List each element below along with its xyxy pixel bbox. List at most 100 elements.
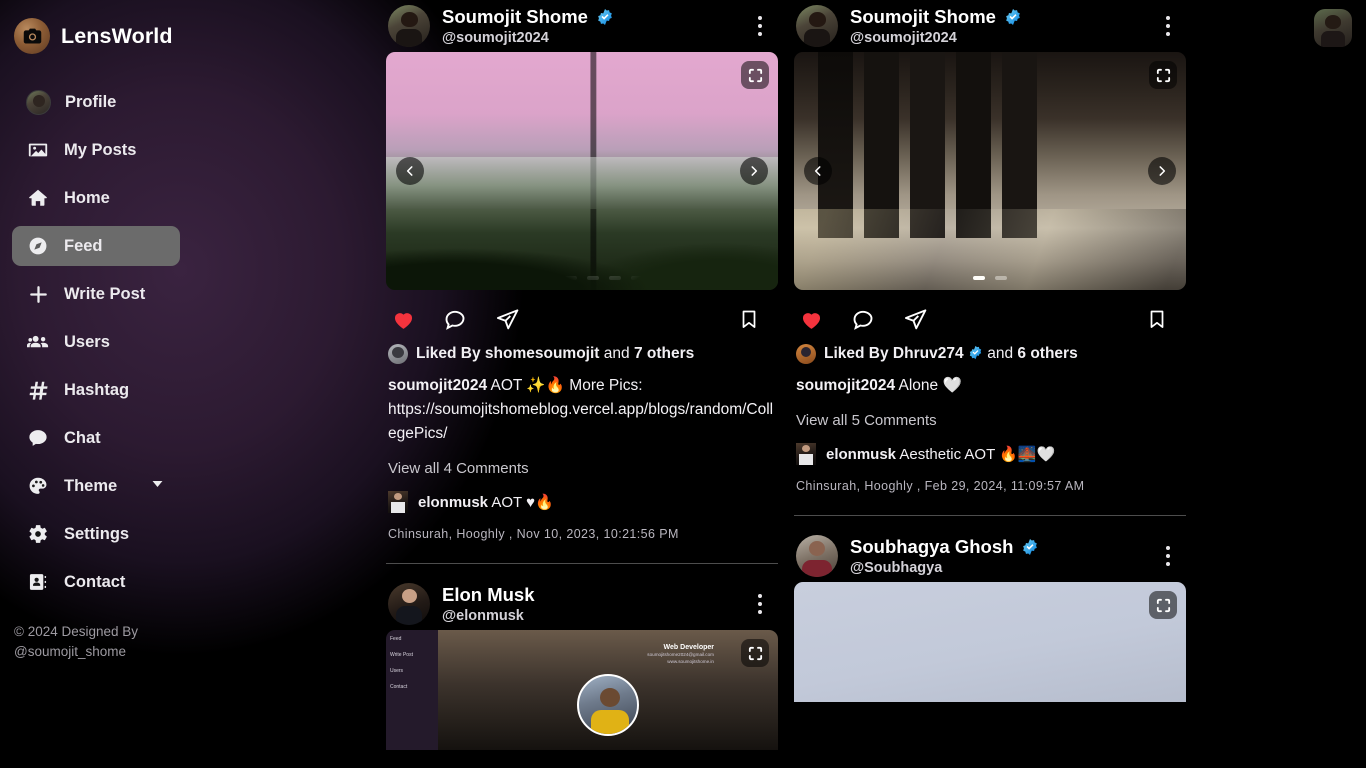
more-options-icon[interactable]: [1156, 11, 1180, 41]
chevron-down-icon[interactable]: [149, 475, 166, 497]
verified-badge-icon: [596, 8, 614, 26]
sidebar-item-feed[interactable]: Feed: [12, 226, 180, 266]
author-block: Soumojit Shome @soumojit2024: [850, 6, 1144, 46]
avatar[interactable]: [388, 5, 430, 47]
author-handle: @elonmusk: [442, 608, 524, 624]
post-card: Soumojit Shome @soumojit2024: [386, 0, 778, 545]
view-all-comments-link[interactable]: View all 5 Comments: [796, 412, 1184, 429]
comment-bubble-icon[interactable]: [850, 306, 876, 332]
bookmark-icon[interactable]: [1144, 306, 1170, 332]
sidebar-item-theme[interactable]: Theme: [12, 466, 180, 506]
author-name[interactable]: Soumojit Shome: [442, 6, 588, 28]
sidebar-item-label: My Posts: [64, 140, 137, 159]
sidebar-item-write-post[interactable]: Write Post: [12, 274, 180, 314]
sidebar: LensWorld Profile My Posts Home Feed Wri…: [0, 0, 196, 768]
carousel-prev-button[interactable]: [804, 157, 832, 185]
liked-by-user[interactable]: Dhruv274: [893, 345, 964, 362]
sidebar-item-my-posts[interactable]: My Posts: [12, 130, 180, 170]
carousel-next-button[interactable]: [1148, 157, 1176, 185]
comment-bubble-icon[interactable]: [442, 306, 468, 332]
preview-site: www.soumojitshome.in: [667, 659, 714, 664]
post-media[interactable]: [794, 582, 1186, 702]
preview-nav-item: Users: [390, 668, 404, 674]
liked-by-connector: and: [603, 345, 630, 362]
fullscreen-expand-icon[interactable]: [1149, 591, 1177, 619]
avatar[interactable]: [796, 5, 838, 47]
post-meta: Chinsurah, Hooghly , Nov 10, 2023, 10:21…: [388, 527, 679, 541]
sidebar-item-settings[interactable]: Settings: [12, 514, 180, 554]
author-handle: @soumojit2024: [442, 30, 549, 46]
image-icon: [26, 138, 50, 162]
copyright: © 2024 Designed By @soumojit_shome: [14, 624, 139, 659]
liked-by-text: Liked By shomesoumojit and 7 others: [416, 345, 694, 363]
avatar[interactable]: [796, 535, 838, 577]
more-options-icon[interactable]: [748, 589, 772, 619]
sidebar-item-label: Settings: [64, 524, 130, 543]
author-block: Soubhagya Ghosh @Soubhagya: [850, 536, 1144, 576]
comment-username[interactable]: elonmusk: [826, 446, 896, 463]
heart-icon[interactable]: [798, 306, 824, 332]
author-block: Soumojit Shome @soumojit2024: [442, 6, 736, 46]
comment-row: elonmusk Aesthetic AOT 🔥🌉🤍: [796, 443, 1184, 465]
carousel-indicator[interactable]: [973, 276, 1007, 280]
author-handle: @soumojit2024: [850, 30, 957, 46]
fullscreen-expand-icon[interactable]: [1149, 61, 1177, 89]
sidebar-nav: Profile My Posts Home Feed Write Post Us…: [0, 78, 196, 606]
comment-body: elonmusk Aesthetic AOT 🔥🌉🤍: [826, 445, 1055, 463]
verified-badge-icon: [968, 345, 983, 360]
caption-text: Alone 🤍: [898, 377, 962, 394]
verified-badge-icon: [1004, 8, 1022, 26]
sidebar-item-label: Contact: [64, 572, 126, 591]
post-media[interactable]: [386, 52, 778, 290]
comment-username[interactable]: elonmusk: [418, 494, 488, 511]
caption-username[interactable]: soumojit2024: [796, 377, 895, 394]
comment-text: AOT ♥🔥: [491, 494, 554, 511]
sidebar-item-label: Chat: [64, 428, 101, 447]
preview-title: Web Developer: [663, 644, 714, 651]
more-options-icon[interactable]: [1156, 541, 1180, 571]
view-all-comments-link[interactable]: View all 4 Comments: [388, 460, 776, 477]
author-name[interactable]: Soumojit Shome: [850, 6, 996, 28]
sidebar-item-chat[interactable]: Chat: [12, 418, 180, 458]
plus-icon: [26, 282, 50, 306]
sidebar-item-home[interactable]: Home: [12, 178, 180, 218]
author-block: Elon Musk @elonmusk: [442, 584, 736, 624]
more-options-icon[interactable]: [748, 11, 772, 41]
users-icon: [26, 330, 50, 354]
post-card: Soubhagya Ghosh @Soubhagya: [794, 515, 1186, 702]
comment-body: elonmusk AOT ♥🔥: [418, 493, 554, 511]
heart-icon[interactable]: [390, 306, 416, 332]
paper-plane-icon[interactable]: [494, 306, 520, 332]
liked-by-others[interactable]: 7 others: [634, 345, 694, 362]
avatar[interactable]: [388, 583, 430, 625]
author-name[interactable]: Soubhagya Ghosh: [850, 536, 1013, 558]
sidebar-item-contact[interactable]: Contact: [12, 562, 180, 602]
brand[interactable]: LensWorld: [0, 8, 196, 54]
fullscreen-expand-icon[interactable]: [741, 639, 769, 667]
carousel-indicator[interactable]: [499, 276, 665, 280]
post-media[interactable]: Feed Write Post Users Contact Web Develo…: [386, 630, 778, 750]
fullscreen-expand-icon[interactable]: [741, 61, 769, 89]
sidebar-item-hashtag[interactable]: Hashtag: [12, 370, 180, 410]
verified-badge-icon: [1021, 538, 1039, 556]
liked-by-others[interactable]: 6 others: [1017, 345, 1077, 362]
hashtag-icon: [26, 378, 50, 402]
chat-icon: [26, 426, 50, 450]
carousel-next-button[interactable]: [740, 157, 768, 185]
topbar-user-avatar[interactable]: [1314, 9, 1352, 47]
carousel-prev-button[interactable]: [396, 157, 424, 185]
sidebar-item-profile[interactable]: Profile: [12, 82, 180, 122]
commenter-avatar: [796, 443, 816, 465]
portfolio-preview: Feed Write Post Users Contact Web Develo…: [386, 630, 778, 750]
post-media[interactable]: [794, 52, 1186, 290]
bookmark-icon[interactable]: [736, 306, 762, 332]
paper-plane-icon[interactable]: [902, 306, 928, 332]
liked-by-text: Liked By Dhruv274 and 6 others: [824, 345, 1078, 363]
comment-text: Aesthetic AOT 🔥🌉🤍: [899, 446, 1056, 463]
sidebar-item-users[interactable]: Users: [12, 322, 180, 362]
caption-username[interactable]: soumojit2024: [388, 377, 487, 394]
liked-by-user[interactable]: shomesoumojit: [485, 345, 600, 362]
author-name[interactable]: Elon Musk: [442, 584, 535, 606]
liker-avatar: [796, 344, 816, 364]
liked-by-row: Liked By Dhruv274 and 6 others: [796, 344, 1184, 364]
